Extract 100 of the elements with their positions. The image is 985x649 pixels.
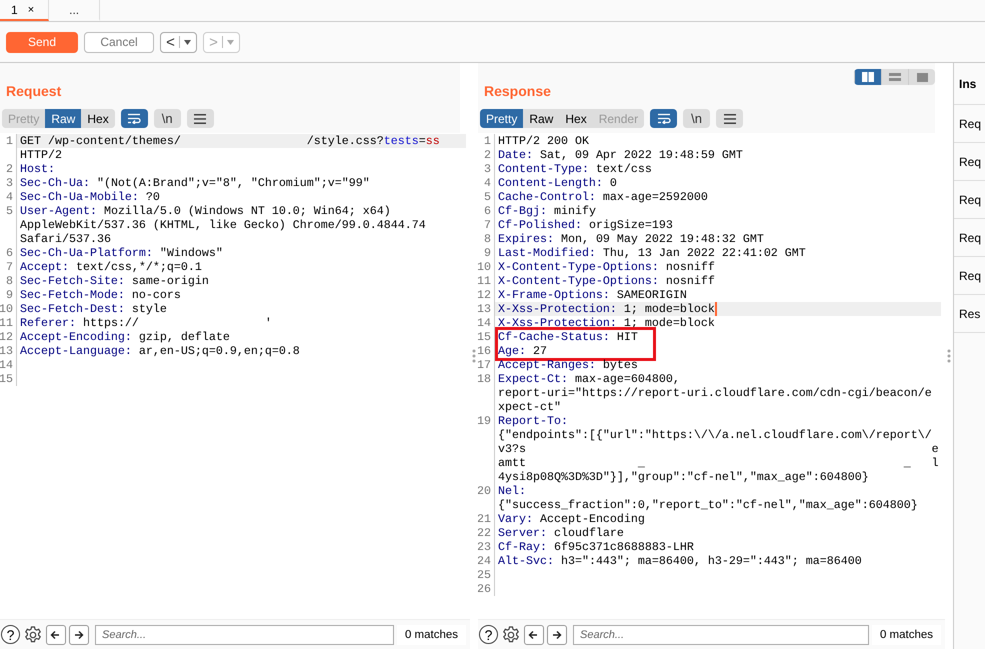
- square-icon: [916, 72, 928, 82]
- code-line: v3?s e: [498, 442, 939, 456]
- match-count: 0 matches: [396, 624, 466, 644]
- view-tab[interactable]: Pretty: [480, 109, 524, 128]
- line-number: 2: [6, 162, 13, 176]
- code-line: Report-To:: [498, 414, 568, 428]
- menu-button[interactable]: [716, 109, 744, 128]
- inspector-section[interactable]: Req: [954, 143, 985, 181]
- next-match-button[interactable]: [69, 624, 89, 644]
- code-line: GET /wp-content/themes/ /style.css?tests=ss: [20, 134, 440, 148]
- line-number: 4: [6, 190, 13, 204]
- wrap-button[interactable]: [120, 109, 148, 128]
- caret-icon[interactable]: [184, 40, 191, 44]
- code-line: {"success_fraction":0,"report_to":"cf-nel","max_age":604800}: [498, 498, 918, 512]
- previous-match-button[interactable]: [46, 624, 66, 644]
- layout-toggle-button[interactable]: [854, 69, 881, 85]
- code-line: Nel:: [498, 484, 526, 498]
- line-number: 11: [0, 316, 13, 330]
- splitter-handle[interactable]: [472, 349, 476, 363]
- inspector-section[interactable]: Req: [954, 219, 985, 257]
- line-number: 15: [478, 330, 491, 344]
- code-line: User-Agent: Mozilla/5.0 (Windows NT 10.0; Win64; x64): [20, 204, 391, 218]
- line-number: 13: [0, 344, 13, 358]
- code-line: 4ysi8p08Q%3D%3D"}],"group":"cf-nel","max_age":604800}: [498, 470, 869, 484]
- help-button[interactable]: ?: [479, 625, 498, 644]
- code-line: Expires: Mon, 09 May 2022 19:48:32 GMT: [498, 232, 764, 246]
- search-field[interactable]: Search...: [573, 624, 869, 644]
- line-number: 10: [0, 302, 13, 316]
- wrap-lines-icon: [656, 113, 671, 124]
- close-icon[interactable]: ×: [28, 4, 34, 16]
- code-line: Sec-Ch-Ua-Platform: "Windows": [20, 246, 223, 260]
- inspector-section[interactable]: Res: [954, 295, 985, 333]
- line-number: 5: [484, 190, 491, 204]
- line-number: 15: [0, 372, 13, 386]
- line-number: 2: [484, 148, 491, 162]
- code-line: Vary: Accept-Encoding: [498, 512, 645, 526]
- line-number: 21: [478, 512, 491, 526]
- line-number: 7: [484, 218, 491, 232]
- code-line: Age: 27: [498, 344, 547, 358]
- code-line: Sec-Fetch-Site: same-origin: [20, 274, 209, 288]
- line-number: 23: [478, 540, 491, 554]
- search-field[interactable]: Search...: [95, 624, 394, 644]
- code-line: Host:: [20, 162, 55, 176]
- splitter-handle[interactable]: [947, 349, 951, 363]
- code-line: Cf-Ray: 6f95c371c8688883-LHR: [498, 540, 694, 554]
- tab[interactable]: ...: [49, 0, 100, 21]
- code-line: Cf-Bgj: minify: [498, 204, 596, 218]
- code-line: {"endpoints":[{"url":"https:\/\/a.nel.cloudflare.com\/report\/: [498, 428, 932, 442]
- view-tab[interactable]: Raw: [45, 109, 82, 128]
- match-count: 0 matches: [872, 624, 941, 644]
- newline-button[interactable]: \n: [154, 109, 181, 128]
- inspector-section[interactable]: Req: [954, 257, 985, 295]
- code-line: Accept: text/css,*/*;q=0.1: [20, 260, 202, 274]
- line-number: 4: [484, 176, 491, 190]
- inspector-title: Ins: [954, 63, 985, 105]
- line-number: 17: [478, 358, 491, 372]
- code-line: Alt-Svc: h3=":443"; ma=86400, h3-29=":443"; ma=86400: [498, 554, 862, 568]
- code-line: Last-Modified: Thu, 13 Jan 2022 22:41:02 GMT: [498, 246, 806, 260]
- line-number: 18: [478, 372, 491, 386]
- code-line: Content-Length: 0: [498, 176, 617, 190]
- line-number: 14: [478, 316, 491, 330]
- layout-toggle-button[interactable]: [881, 69, 908, 85]
- line-number: 12: [478, 288, 491, 302]
- code-line: X-Content-Type-Options: nosniff: [498, 260, 715, 274]
- line-number: 11: [478, 274, 491, 288]
- code-line: Accept-Encoding: gzip, deflate: [20, 330, 230, 344]
- settings-icon[interactable]: [501, 624, 521, 644]
- code-line: Sec-Fetch-Dest: style: [20, 302, 167, 316]
- line-number: 20: [478, 484, 491, 498]
- next-match-button[interactable]: [547, 624, 567, 644]
- settings-icon[interactable]: [23, 624, 43, 644]
- wrap-button[interactable]: [650, 109, 678, 128]
- menu-icon: [724, 114, 736, 124]
- inspector-section[interactable]: Req: [954, 105, 985, 143]
- columns-icon: [862, 72, 874, 82]
- line-number: 1: [6, 134, 13, 148]
- line-number: 19: [478, 414, 491, 428]
- code-line: Content-Type: text/css: [498, 162, 652, 176]
- newline-button[interactable]: \n: [683, 109, 710, 128]
- line-number: 16: [478, 344, 491, 358]
- line-number: 9: [6, 288, 13, 302]
- previous-match-button[interactable]: [524, 624, 544, 644]
- layout-toggle-button[interactable]: [908, 69, 935, 85]
- code-line: xpect-ct": [498, 400, 561, 414]
- inspector-section[interactable]: Req: [954, 181, 985, 219]
- line-number: 22: [478, 526, 491, 540]
- code-line: Cache-Control: max-age=2592000: [498, 190, 708, 204]
- help-button[interactable]: ?: [1, 625, 20, 644]
- code-line: Cf-Cache-Status: HIT: [498, 330, 638, 344]
- pane-title: Request: [6, 83, 62, 99]
- line-number: 3: [6, 176, 13, 190]
- code-line: report-uri="https://report-uri.cloudflare.com/cdn-cgi/beacon/e: [498, 386, 932, 400]
- back-button[interactable]: <: [160, 32, 197, 52]
- code-line: Accept-Language: ar,en-US;q=0.9,en;q=0.8: [20, 344, 300, 358]
- menu-button[interactable]: [186, 109, 214, 128]
- line-number: 24: [478, 554, 491, 568]
- line-number: 25: [478, 568, 491, 582]
- code-line: Safari/537.36: [20, 232, 111, 246]
- code-line: Server: cloudflare: [498, 526, 624, 540]
- line-number: 3: [484, 162, 491, 176]
